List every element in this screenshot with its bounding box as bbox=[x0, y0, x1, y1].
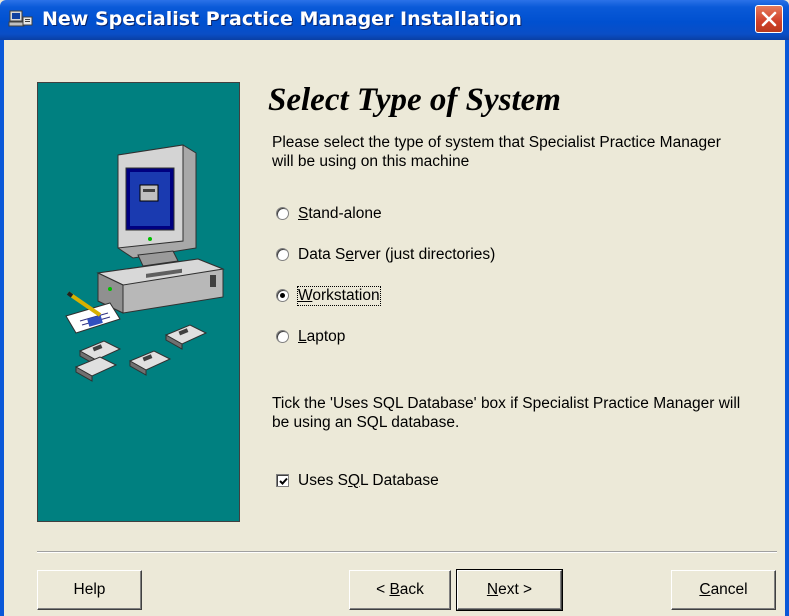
installer-icon bbox=[8, 9, 34, 31]
instructions-text: Please select the type of system that Sp… bbox=[272, 134, 721, 170]
window-frame-left bbox=[0, 40, 4, 616]
window-frame-right bbox=[785, 40, 789, 616]
radio-button[interactable] bbox=[276, 330, 289, 343]
radio-button-selected[interactable] bbox=[276, 289, 289, 302]
radio-label: Stand-alone bbox=[298, 205, 382, 222]
window-title: New Specialist Practice Manager Installa… bbox=[42, 8, 522, 30]
next-button[interactable]: Next > bbox=[456, 569, 563, 611]
installer-window: New Specialist Practice Manager Installa… bbox=[0, 0, 789, 616]
checkmark-icon bbox=[279, 477, 288, 485]
separator bbox=[37, 551, 777, 553]
title-bar[interactable]: New Specialist Practice Manager Installa… bbox=[0, 0, 789, 40]
cancel-button[interactable]: Cancel bbox=[671, 570, 776, 610]
checkbox-label: Uses SQL Database bbox=[298, 472, 439, 489]
radio-label: Data Server (just directories) bbox=[298, 246, 496, 263]
uses-sql-database-checkbox[interactable] bbox=[276, 474, 289, 487]
back-button[interactable]: < Back bbox=[349, 570, 451, 610]
radio-dot-icon bbox=[280, 293, 285, 298]
radio-button[interactable] bbox=[276, 248, 289, 261]
radio-button[interactable] bbox=[276, 207, 289, 220]
page-heading: Select Type of System bbox=[268, 82, 561, 118]
radio-label: Workstation bbox=[297, 286, 381, 306]
close-icon bbox=[761, 11, 777, 27]
radio-label: Laptop bbox=[298, 328, 346, 345]
help-button[interactable]: Help bbox=[37, 570, 142, 610]
sql-instructions-text: Tick the 'Uses SQL Database' box if Spec… bbox=[272, 395, 741, 431]
close-button[interactable] bbox=[755, 5, 783, 33]
computer-with-disks-illustration bbox=[37, 82, 240, 522]
